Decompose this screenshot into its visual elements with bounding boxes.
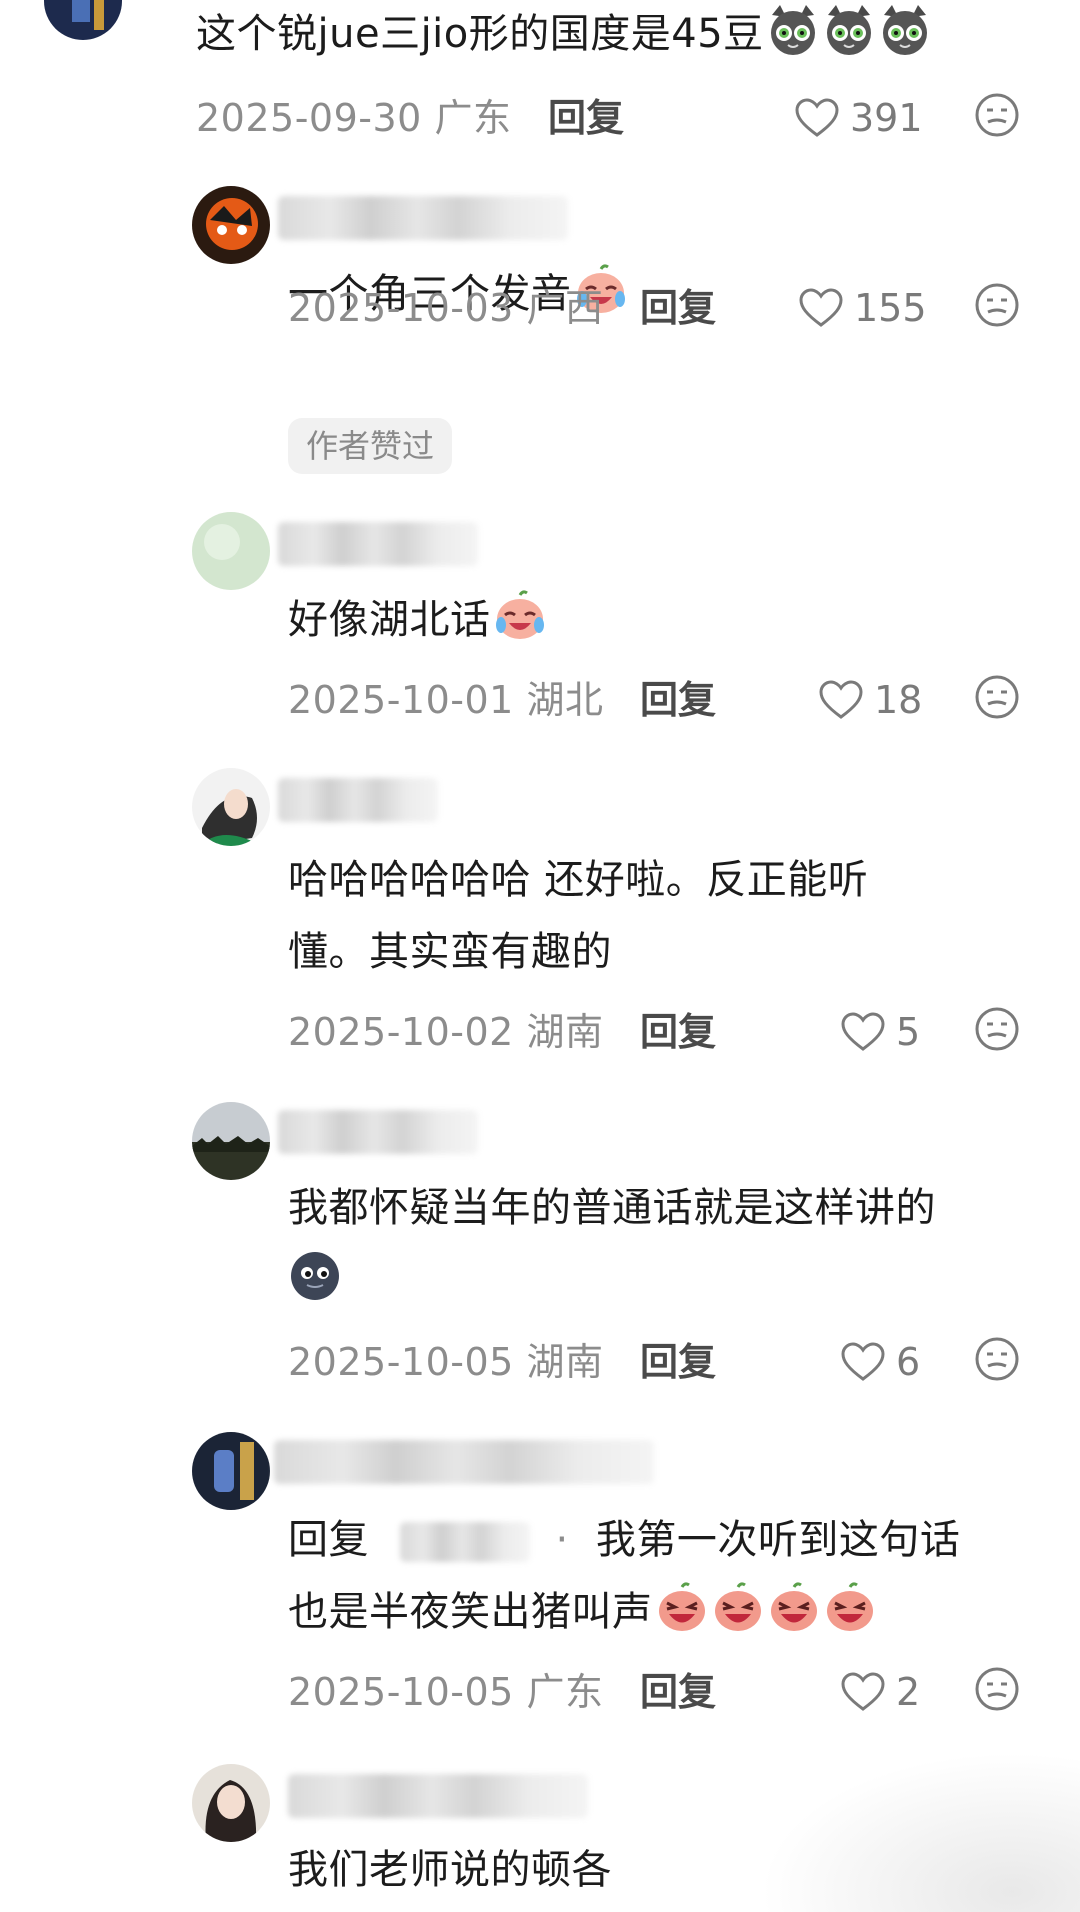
comment-date: 2025-10-02 湖南 <box>288 1010 604 1054</box>
dislike-face-icon <box>975 675 1019 719</box>
like-count: 2 <box>896 1670 921 1714</box>
cat-emoji <box>878 3 932 57</box>
reply-button[interactable]: 回复 <box>548 88 624 148</box>
dislike-button[interactable] <box>974 674 1020 720</box>
crying-laugh-emoji <box>493 589 547 643</box>
dislike-button[interactable] <box>974 282 1020 328</box>
like-button[interactable]: 391 <box>794 88 923 148</box>
laugh-emoji <box>823 1581 877 1635</box>
laugh-emoji <box>767 1581 821 1635</box>
comment-text: 我都怀疑当年的普通话就是这样讲的 <box>288 1172 1040 1316</box>
moon-face-emoji <box>288 1249 342 1303</box>
dislike-button[interactable] <box>974 1666 1020 1712</box>
avatar[interactable] <box>192 186 270 264</box>
comment-date: 2025-10-05 广东 <box>288 1670 604 1714</box>
reply-prefix: 回复 <box>288 1517 369 1563</box>
like-count: 6 <box>896 1340 921 1384</box>
cat-emoji <box>766 3 820 57</box>
dislike-face-icon <box>975 1337 1019 1381</box>
dislike-button[interactable] <box>974 1336 1020 1382</box>
heart-icon <box>795 98 839 137</box>
username[interactable] <box>278 778 438 822</box>
comment-date: 2025-09-30 广东 <box>196 96 512 140</box>
reply-button[interactable]: 回复 <box>640 1332 716 1392</box>
dislike-face-icon <box>975 93 1019 137</box>
comment-meta: 2025-10-05 湖南 回复 6 <box>288 1332 1080 1392</box>
comment-text: 回复 · 我第一次听到这句话 也是半夜笑出猪叫声 <box>288 1517 961 1635</box>
dislike-face-icon <box>975 1667 1019 1711</box>
heart-icon <box>841 1672 885 1711</box>
avatar[interactable] <box>192 1764 270 1842</box>
heart-icon <box>841 1342 885 1381</box>
dislike-button[interactable] <box>974 92 1020 138</box>
page-shadow <box>760 1752 1080 1912</box>
dislike-face-icon <box>975 1007 1019 1051</box>
reply-button[interactable]: 回复 <box>640 670 716 730</box>
like-count: 5 <box>896 1010 921 1054</box>
reply-button[interactable]: 回复 <box>640 1002 716 1062</box>
laugh-emoji <box>655 1581 709 1635</box>
laugh-emoji <box>711 1581 765 1635</box>
like-count: 155 <box>854 286 927 330</box>
mentioned-username[interactable] <box>400 1522 531 1562</box>
avatar[interactable] <box>44 0 122 40</box>
cat-emoji <box>822 3 876 57</box>
like-count: 18 <box>874 678 923 722</box>
comment-date: 2025-10-01 湖北 <box>288 678 604 722</box>
avatar[interactable] <box>192 1102 270 1180</box>
username[interactable] <box>288 1774 588 1818</box>
heart-icon <box>819 680 863 719</box>
heart-icon <box>799 288 843 327</box>
like-button[interactable]: 2 <box>840 1662 920 1722</box>
reply-button[interactable]: 回复 <box>640 278 716 338</box>
heart-icon <box>841 1012 885 1051</box>
username[interactable] <box>274 1440 654 1484</box>
username[interactable] <box>278 196 568 240</box>
comment-text: 这个锐jue三jio形的国度是45豆 <box>196 0 1040 68</box>
reply-button[interactable]: 回复 <box>640 1662 716 1722</box>
avatar[interactable] <box>192 512 270 590</box>
comment-text: 好像湖北话 <box>288 584 1040 656</box>
author-liked-badge: 作者赞过 <box>288 418 453 474</box>
comment-meta: 2025-10-02 湖南 回复 5 <box>288 1002 1080 1062</box>
comment-date: 2025-10-05 湖南 <box>288 1340 604 1384</box>
dislike-button[interactable] <box>974 1006 1020 1052</box>
comment-meta: 2025-09-30 广东 回复 391 <box>196 88 1080 148</box>
comment-meta: 2025-10-05 广东 回复 2 <box>288 1662 1080 1722</box>
comment-meta: 2025-10-01 湖北 回复 18 <box>288 670 1080 730</box>
dislike-face-icon <box>975 283 1019 327</box>
like-button[interactable]: 5 <box>840 1002 920 1062</box>
username[interactable] <box>278 1110 478 1154</box>
comment-text: 哈哈哈哈哈哈 还好啦。反正能听 懂。其实蛮有趣的 <box>288 857 869 975</box>
comment-list: 这个锐jue三jio形的国度是45豆 2025-09-30 广东 回复 391 … <box>0 0 1080 1912</box>
comment-date: 2025-10-03 广西 <box>288 286 604 330</box>
username[interactable] <box>278 522 478 566</box>
like-count: 391 <box>850 96 923 140</box>
like-button[interactable]: 6 <box>840 1332 920 1392</box>
avatar[interactable] <box>192 768 270 846</box>
like-button[interactable]: 18 <box>818 670 922 730</box>
comment-meta: 2025-10-03 广西 回复 155 <box>288 278 1080 338</box>
avatar[interactable] <box>192 1432 270 1510</box>
like-button[interactable]: 155 <box>798 278 927 338</box>
